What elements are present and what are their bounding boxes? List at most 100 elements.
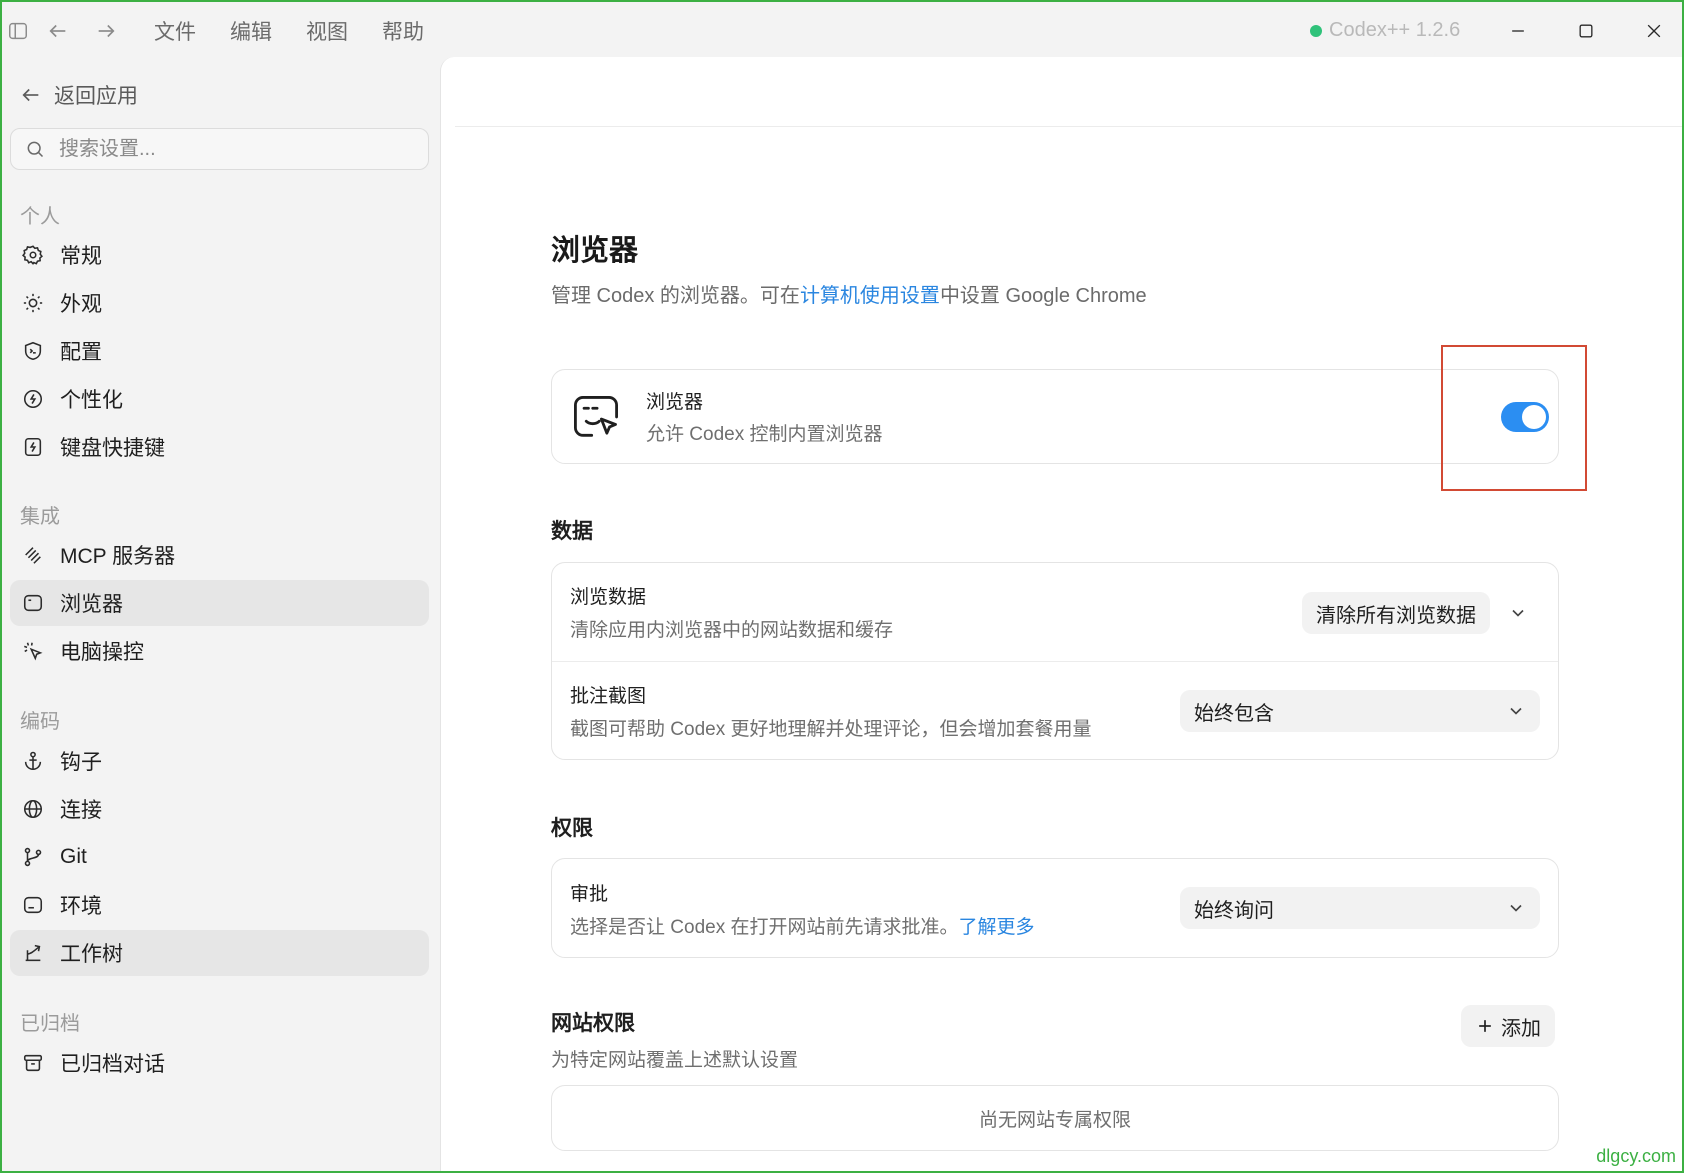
screenshot-include-select[interactable]: 始终包含 <box>1180 690 1540 732</box>
sidebar-item-label: 已归档对话 <box>60 1053 165 1076</box>
header-divider <box>455 126 1682 127</box>
chevron-down-icon <box>1510 707 1522 715</box>
settings-sidebar: 返回应用 个人 常规 外观 配置 个性化 键盘快捷键 集成 <box>2 60 440 1171</box>
data-settings-card: 浏览数据 清除应用内浏览器中的网站数据和缓存 清除所有浏览数据 批注截图 截图可… <box>551 562 1559 760</box>
app-version-label: Codex++ 1.2.6 <box>1329 19 1461 41</box>
page-description: 管理 Codex 的浏览器。可在计算机使用设置中设置 Google Chrome <box>551 279 1147 308</box>
sidebar-item-config[interactable]: 配置 <box>10 328 429 374</box>
site-permissions-subtitle: 为特定网站覆盖上述默认设置 <box>551 1050 799 1071</box>
menu-view[interactable]: 视图 <box>306 16 348 46</box>
sidebar-item-label: 个性化 <box>60 389 123 412</box>
browser-card-title: 浏览器 <box>646 392 704 413</box>
personalize-icon <box>23 389 43 409</box>
approval-mode-value: 始终询问 <box>1194 899 1274 922</box>
permissions-card: 审批 选择是否让 Codex 在打开网站前先请求批准。了解更多 始终询问 <box>551 858 1559 958</box>
section-coding: 编码 <box>20 711 60 733</box>
search-input[interactable] <box>59 137 399 161</box>
browser-enable-card: 浏览器 允许 Codex 控制内置浏览器 <box>551 369 1559 464</box>
gear-icon <box>22 245 43 265</box>
highlight-annotation-box <box>1441 345 1587 491</box>
browser-card-subtitle: 允许 Codex 控制内置浏览器 <box>646 424 883 445</box>
cursor-click-icon <box>24 642 43 661</box>
sidebar-toggle-icon[interactable] <box>2 2 34 60</box>
computer-use-settings-link[interactable]: 计算机使用设置 <box>800 285 940 307</box>
git-branch-icon <box>24 847 42 867</box>
sidebar-item-shortcuts[interactable]: 键盘快捷键 <box>10 424 429 470</box>
sidebar-item-hooks[interactable]: 钩子 <box>10 738 429 784</box>
sidebar-item-environment[interactable]: 环境 <box>10 882 429 928</box>
sidebar-item-label: 键盘快捷键 <box>60 437 165 460</box>
sidebar-item-computer-use[interactable]: 电脑操控 <box>10 628 429 674</box>
sidebar-item-label: 工作树 <box>60 943 123 966</box>
clear-data-options-button[interactable] <box>1504 599 1532 627</box>
back-to-app-link[interactable]: 返回应用 <box>20 80 138 110</box>
watermark: dlgcy.com <box>1596 1146 1676 1166</box>
data-section-heading: 数据 <box>551 520 593 543</box>
maximize-button[interactable] <box>1552 2 1620 60</box>
search-icon <box>27 141 44 158</box>
site-permissions-empty: 尚无网站专属权限 <box>978 1109 1131 1131</box>
arrow-left-icon <box>22 88 39 102</box>
clear-browsing-data-button[interactable]: 清除所有浏览数据 <box>1302 592 1490 634</box>
sidebar-item-label: MCP 服务器 <box>60 545 176 568</box>
section-archived: 已归档 <box>20 1013 80 1035</box>
settings-main-panel: 浏览器 管理 Codex 的浏览器。可在计算机使用设置中设置 Google Ch… <box>440 57 1682 1171</box>
sidebar-item-label: Git <box>60 845 87 868</box>
approval-title: 审批 <box>570 884 609 905</box>
sidebar-item-label: 外观 <box>60 293 102 316</box>
mcp-icon <box>25 547 41 564</box>
page-description-prefix: 管理 Codex 的浏览器。可在 <box>551 285 800 307</box>
sidebar-item-label: 环境 <box>60 895 102 918</box>
page-title: 浏览器 <box>551 235 639 267</box>
back-label: 返回应用 <box>54 85 138 108</box>
sidebar-item-label: 配置 <box>60 341 102 364</box>
terminal-icon <box>23 896 43 914</box>
screenshot-include-value: 始终包含 <box>1194 702 1274 725</box>
close-button[interactable] <box>1620 2 1682 60</box>
sidebar-item-label: 钩子 <box>60 751 102 774</box>
globe-icon <box>23 799 43 819</box>
browser-cursor-icon <box>574 396 618 437</box>
close-icon <box>1647 24 1661 38</box>
sidebar-item-git[interactable]: Git <box>10 834 429 880</box>
section-integration: 集成 <box>20 506 60 528</box>
keyboard-bolt-icon <box>24 437 42 457</box>
plus-icon <box>1479 1020 1491 1032</box>
sidebar-item-label: 连接 <box>60 799 102 822</box>
approval-subtitle-text: 选择是否让 Codex 在打开网站前先请求批准。 <box>570 917 959 938</box>
sidebar-item-connections[interactable]: 连接 <box>10 786 429 832</box>
menu-edit[interactable]: 编辑 <box>230 16 272 46</box>
nav-back-icon[interactable] <box>34 2 82 60</box>
minimize-button[interactable] <box>1484 2 1552 60</box>
status-dot <box>1310 24 1322 37</box>
permissions-section-heading: 权限 <box>551 817 593 840</box>
sidebar-item-worktree[interactable]: 工作树 <box>10 930 429 976</box>
annotation-screenshot-subtitle: 截图可帮助 Codex 更好地理解并处理评论，但会增加套餐用量 <box>570 719 1092 740</box>
anchor-icon <box>24 751 42 771</box>
browse-data-title: 浏览数据 <box>570 587 647 608</box>
sidebar-item-mcp[interactable]: MCP 服务器 <box>10 532 429 578</box>
menu-file[interactable]: 文件 <box>154 16 196 46</box>
maximize-icon <box>1579 24 1593 38</box>
sidebar-item-personalize[interactable]: 个性化 <box>10 376 429 422</box>
add-site-permission-button[interactable]: 添加 <box>1461 1005 1555 1047</box>
site-permissions-list: 尚无网站专属权限 <box>551 1085 1559 1151</box>
app-window: 文件 编辑 视图 帮助 Codex++ 1.2.6 返回应用 个人 <box>0 0 1684 1173</box>
sidebar-item-label: 浏览器 <box>60 593 123 616</box>
approval-mode-select[interactable]: 始终询问 <box>1180 887 1540 929</box>
browser-window-icon <box>23 594 43 612</box>
approval-subtitle: 选择是否让 Codex 在打开网站前先请求批准。了解更多 <box>570 912 1035 939</box>
sidebar-item-archived-chats[interactable]: 已归档对话 <box>10 1040 429 1086</box>
sidebar-item-general[interactable]: 常规 <box>10 232 429 278</box>
sidebar-item-appearance[interactable]: 外观 <box>10 280 429 326</box>
browse-data-subtitle: 清除应用内浏览器中的网站数据和缓存 <box>570 620 894 641</box>
learn-more-link[interactable]: 了解更多 <box>958 917 1034 938</box>
row-divider <box>552 661 1558 662</box>
sidebar-item-label: 电脑操控 <box>60 641 144 664</box>
app-version: Codex++ 1.2.6 <box>1310 19 1460 42</box>
sidebar-item-browser[interactable]: 浏览器 <box>10 580 429 626</box>
search-settings[interactable] <box>10 128 429 170</box>
chevron-down-icon <box>1510 904 1522 912</box>
nav-forward-icon[interactable] <box>82 2 130 60</box>
menu-help[interactable]: 帮助 <box>382 16 424 46</box>
